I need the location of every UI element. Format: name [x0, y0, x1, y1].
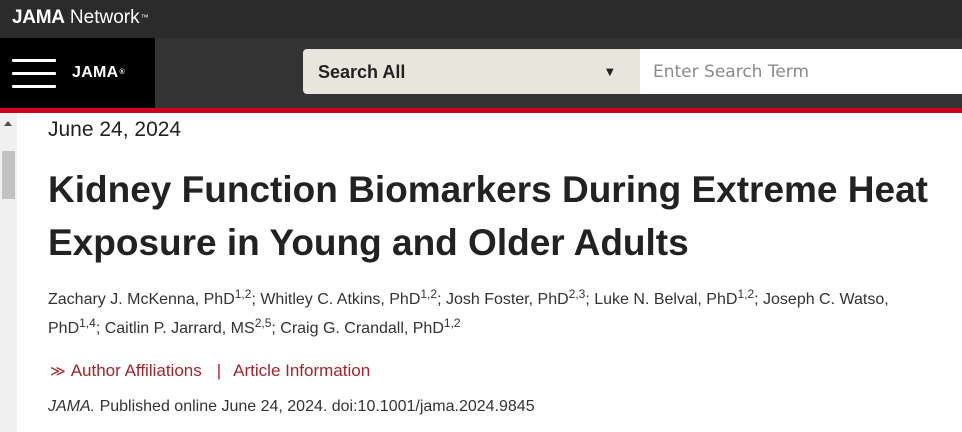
author-affiliations-link[interactable]: Author Affiliations	[71, 361, 202, 380]
author-affiliation-marker: 2,3	[568, 287, 586, 301]
scrollbar-thumb[interactable]	[2, 151, 15, 199]
author-affiliation-marker: 1,4	[79, 316, 96, 330]
double-chevron-right-icon: ≫	[50, 363, 66, 380]
article-information-link[interactable]: Article Information	[233, 361, 370, 380]
publication-date: June 24, 2024	[48, 118, 182, 141]
search-scope-select[interactable]: Search All ▼	[303, 49, 640, 94]
citation-details: Published online June 24, 2024. doi:10.1…	[95, 398, 535, 415]
menu-block: JAMA®	[0, 38, 155, 108]
journal-name: JAMA.	[48, 398, 96, 415]
network-topbar: JAMA Network™	[0, 0, 962, 38]
jama-logo[interactable]: JAMA®	[72, 63, 125, 83]
author-affiliation-marker: 1,2	[234, 287, 252, 301]
author-affiliation-marker: 1,2	[737, 287, 755, 301]
article-title: Kidney Function Biomarkers During Extrem…	[48, 169, 928, 263]
journal-navbar: JAMA® Search All ▼	[0, 38, 962, 108]
search-scope-label: Search All	[318, 62, 406, 82]
hamburger-menu-icon[interactable]	[12, 59, 56, 89]
link-separator: |	[216, 361, 222, 380]
author-list: Zachary J. McKenna, PhD1,2; Whitley C. A…	[48, 287, 889, 337]
citation: JAMA. Published online June 24, 2024. do…	[48, 396, 535, 418]
author-affiliation-marker: 1,2	[443, 316, 461, 330]
author-affiliation-marker: 1,2	[420, 287, 438, 301]
search-input[interactable]	[640, 49, 962, 94]
article-links: ≫ Author Affiliations | Article Information	[48, 359, 370, 383]
author-name[interactable]: Luke N. Belval, PhD	[594, 291, 737, 308]
author-affiliation-marker: 2,5	[254, 316, 272, 330]
accent-divider	[0, 108, 962, 113]
jama-network-logo[interactable]: JAMA Network™	[12, 6, 149, 30]
author-name[interactable]: Whitley C. Atkins, PhD	[260, 291, 420, 308]
author-name[interactable]: Josh Foster, PhD	[446, 291, 569, 308]
scroll-up-arrow-icon[interactable]	[4, 121, 12, 126]
author-name[interactable]: Craig G. Crandall, PhD	[280, 320, 444, 337]
chevron-down-icon: ▼	[606, 67, 614, 78]
author-name[interactable]: Zachary J. McKenna, PhD	[48, 291, 235, 308]
page-scrollbar[interactable]	[0, 113, 17, 432]
author-name[interactable]: Caitlin P. Jarrard, MS	[105, 320, 255, 337]
